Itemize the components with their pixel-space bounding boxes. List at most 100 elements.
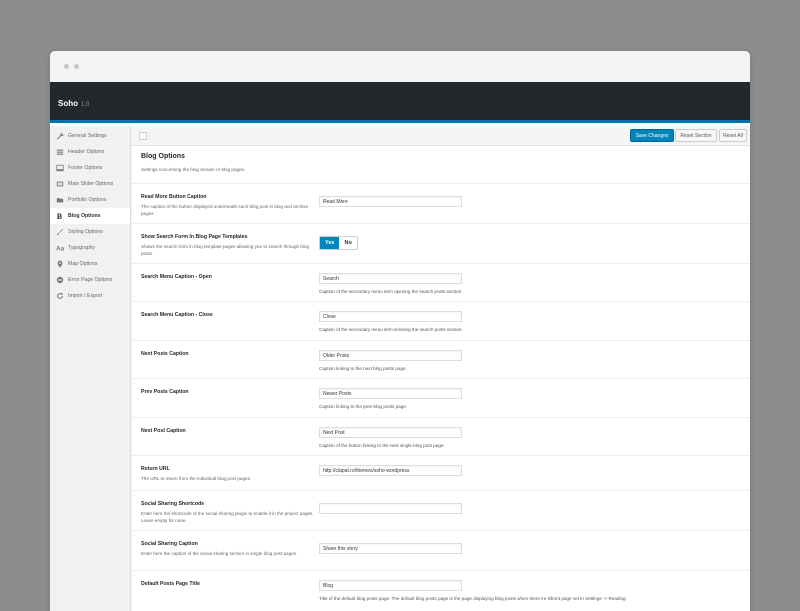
option-description: Title of the default blog posts page. Th… (319, 596, 627, 601)
browser-window: Soho 1.0 General Settings Header Options … (50, 51, 750, 611)
read-more-caption-input[interactable]: Read More (319, 196, 462, 207)
options-panel: General Settings Header Options Footer O… (50, 126, 750, 611)
section-header: Blog Options Settings concerning the blo… (132, 146, 750, 184)
next-post-caption-input[interactable]: Next Post (319, 427, 462, 438)
sidebar-item-label: Map Options (68, 261, 98, 267)
sidebar-item-map-options[interactable]: Map Options (50, 256, 130, 272)
option-description: Enter here the caption of the social sha… (141, 551, 298, 556)
search-open-caption-input[interactable]: Search (319, 273, 462, 284)
sidebar-item-label: Error Page Options (68, 277, 113, 283)
option-label: Show Search Form In Blog Page Templates (141, 234, 248, 240)
sidebar-item-label: Portfolio Options (68, 197, 107, 203)
option-row-next-posts: Next Posts Caption Older Posts Caption l… (132, 341, 750, 379)
option-description: Shows the search form in blog template p… (141, 244, 310, 256)
sidebar-item-label: Main Slider Options (68, 181, 114, 187)
sidebar-item-label: Typography (68, 245, 96, 251)
refresh-icon (55, 292, 64, 301)
sidebar-item-header-options[interactable]: Header Options (50, 144, 130, 160)
sidebar-item-footer-options[interactable]: Footer Options (50, 160, 130, 176)
option-row-read-more: Read More Button Caption The caption of … (132, 184, 750, 224)
toggle-no-button[interactable]: No (339, 237, 357, 249)
option-label: Read More Button Caption (141, 194, 207, 200)
option-label: Return URL (141, 466, 170, 472)
prev-posts-caption-input[interactable]: Newer Posts (319, 388, 462, 399)
typography-icon: Aa (55, 244, 64, 253)
option-description: The caption of the button displayed unde… (141, 204, 309, 216)
option-description: Caption of the secondary menu item openi… (319, 289, 463, 294)
sidebar-item-styling-options[interactable]: Styling Options (50, 224, 130, 240)
expand-options-icon[interactable] (139, 132, 147, 140)
options-content: Save Changes Reset Section Reset All Blo… (132, 126, 750, 611)
section-description: Settings concerning the blog section or … (141, 167, 246, 172)
option-row-social-caption: Social Sharing Caption Enter here the ca… (132, 531, 750, 571)
option-description: The URL to return from the individual bl… (141, 476, 252, 481)
section-title: Blog Options (141, 153, 185, 160)
slider-icon (55, 180, 64, 189)
option-label: Social Sharing Caption (141, 541, 198, 547)
menu-icon (55, 148, 64, 157)
save-changes-button[interactable]: Save Changes (630, 129, 674, 142)
option-description: Enter here the shortcode of the social s… (141, 511, 314, 523)
sidebar: General Settings Header Options Footer O… (50, 126, 131, 611)
footer-icon (55, 164, 64, 173)
sidebar-item-general-settings[interactable]: General Settings (50, 128, 130, 144)
option-label: Default Posts Page Title (141, 581, 200, 587)
sidebar-item-label: General Settings (68, 133, 107, 139)
window-titlebar (50, 51, 750, 82)
option-description: Caption of the button linking to the nex… (319, 443, 445, 448)
app-version: 1.0 (81, 102, 90, 108)
sidebar-item-blog-options[interactable]: B Blog Options (50, 208, 130, 224)
brush-icon (55, 228, 64, 237)
sidebar-item-typography[interactable]: Aa Typography (50, 240, 130, 256)
app-title: Soho (58, 99, 78, 108)
option-row-prev-posts: Prev Posts Caption Newer Posts Caption l… (132, 379, 750, 418)
sidebar-item-import-export[interactable]: Import / Export (50, 288, 130, 304)
sidebar-item-label: Styling Options (68, 229, 103, 235)
search-close-caption-input[interactable]: Close (319, 311, 462, 322)
blog-b-icon: B (55, 212, 64, 221)
option-row-search-open: Search Menu Caption - Open Search Captio… (132, 264, 750, 302)
brand: Soho 1.0 (58, 99, 89, 108)
sidebar-item-error-page-options[interactable]: Error Page Options (50, 272, 130, 288)
default-posts-title-input[interactable]: Blog (319, 580, 462, 591)
option-label: Search Menu Caption - Open (141, 274, 212, 280)
option-description: Caption linking to the next blog posts p… (319, 366, 407, 371)
svg-text:Aa: Aa (56, 245, 64, 252)
sidebar-item-main-slider-options[interactable]: Main Slider Options (50, 176, 130, 192)
sidebar-item-label: Import / Export (68, 293, 103, 299)
option-row-return-url: Return URL The URL to return from the in… (132, 456, 750, 491)
option-row-show-search: Show Search Form In Blog Page Templates … (132, 224, 750, 264)
error-icon (55, 276, 64, 285)
option-label: Search Menu Caption - Close (141, 312, 213, 318)
reset-all-button[interactable]: Reset All (719, 129, 747, 142)
window-dot-icon (74, 64, 79, 69)
sidebar-item-portfolio-options[interactable]: Portfolio Options (50, 192, 130, 208)
social-shortcode-input[interactable] (319, 503, 462, 514)
option-label: Next Posts Caption (141, 351, 189, 357)
option-label: Social Sharing Shortcode (141, 501, 205, 507)
option-row-search-close: Search Menu Caption - Close Close Captio… (132, 302, 750, 341)
folder-icon (55, 196, 64, 205)
wrench-icon (55, 132, 64, 141)
options-toolbar: Save Changes Reset Section Reset All (132, 126, 750, 146)
sidebar-item-label: Blog Options (68, 213, 101, 219)
map-pin-icon (55, 260, 64, 269)
option-description: Caption of the secondary menu item sclos… (319, 327, 463, 332)
admin-header: Soho 1.0 (50, 82, 750, 123)
option-description: Caption linking to the prev blog posts p… (319, 404, 408, 409)
toggle-yes-button[interactable]: Yes (320, 237, 340, 249)
sidebar-item-label: Footer Options (68, 165, 103, 171)
option-row-next-post: Next Post Caption Next Post Caption of t… (132, 418, 750, 456)
window-dot-icon (64, 64, 69, 69)
show-search-toggle[interactable]: Yes No (319, 236, 358, 250)
option-label: Prev Posts Caption (141, 389, 189, 395)
option-row-social-shortcode: Social Sharing Shortcode Enter here the … (132, 491, 750, 531)
return-url-input[interactable]: http://clapat.ro/themes/soho-wordpress (319, 465, 462, 476)
social-caption-input[interactable]: Share this story (319, 543, 462, 554)
sidebar-item-label: Header Options (68, 149, 105, 155)
option-row-default-title: Default Posts Page Title Blog Title of t… (132, 571, 750, 611)
option-label: Next Post Caption (141, 428, 186, 434)
next-posts-caption-input[interactable]: Older Posts (319, 350, 462, 361)
svg-text:B: B (56, 212, 62, 220)
reset-section-button[interactable]: Reset Section (675, 129, 717, 142)
